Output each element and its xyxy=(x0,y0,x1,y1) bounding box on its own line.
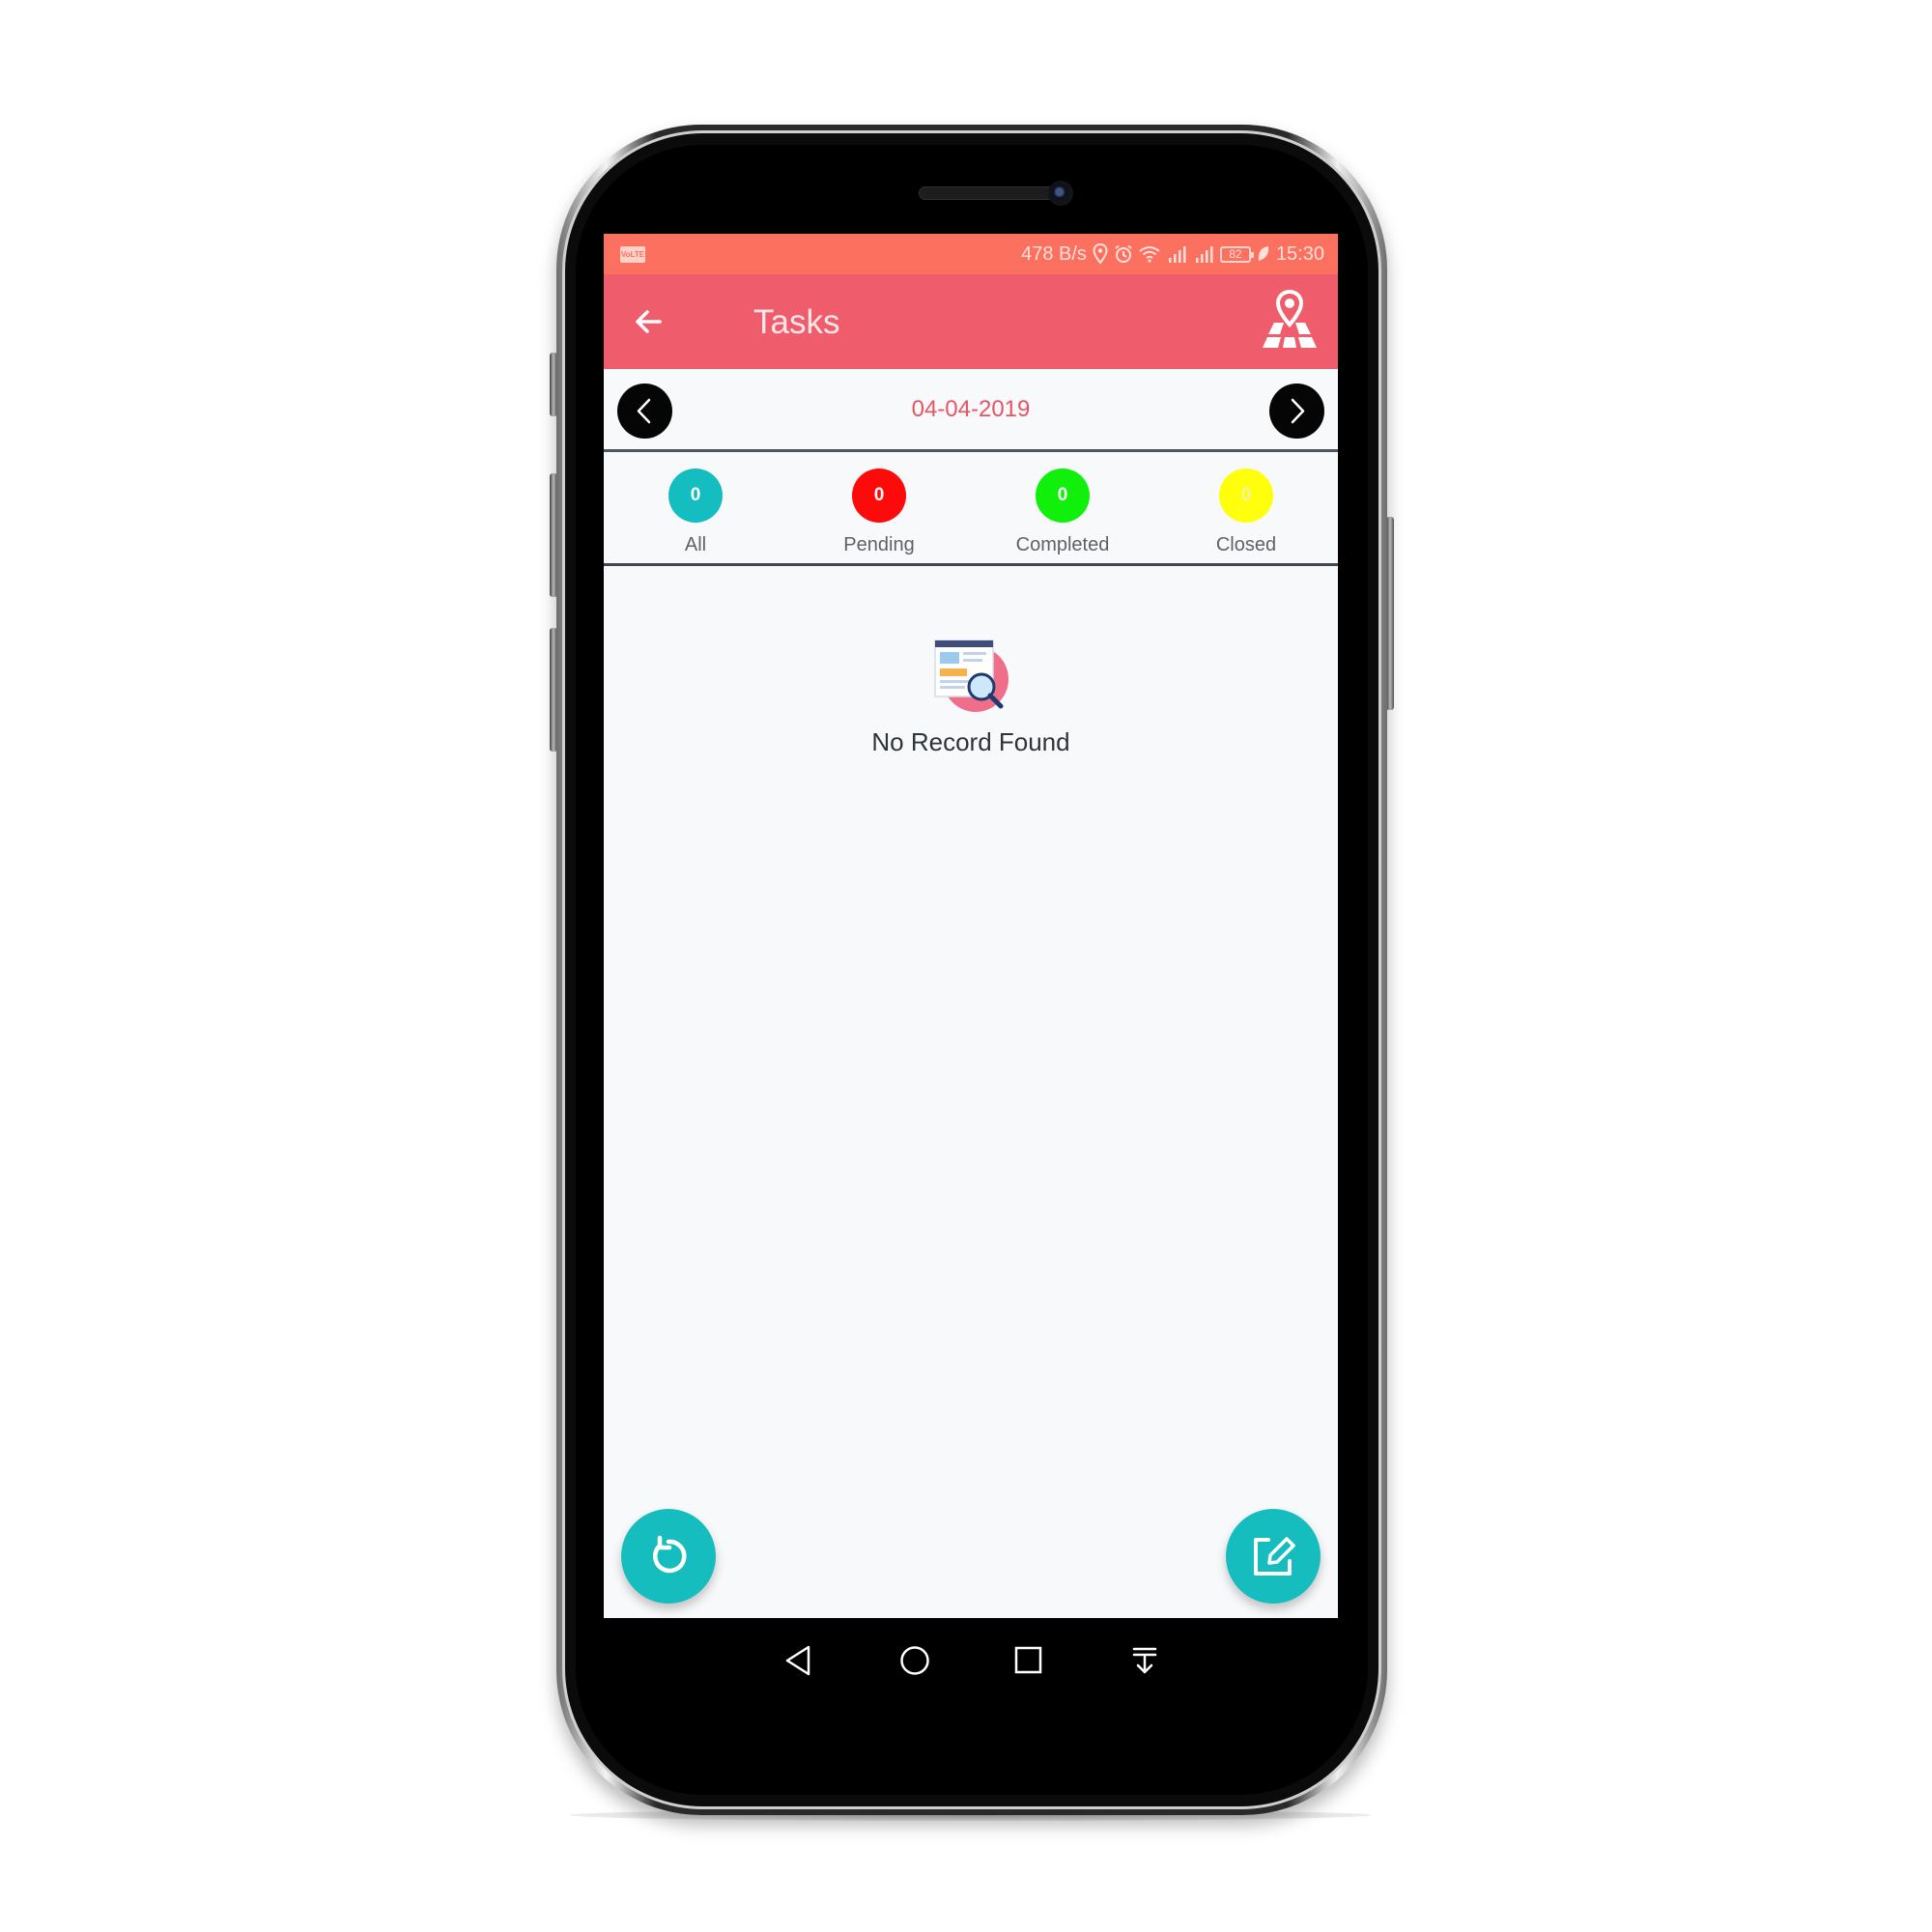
selected-date[interactable]: 04-04-2019 xyxy=(604,396,1338,423)
battery-saver-leaf-icon xyxy=(1258,246,1269,261)
notification-pull-icon xyxy=(1132,1647,1157,1674)
filter-label-pending: Pending xyxy=(843,534,915,555)
wifi-icon xyxy=(1139,246,1160,263)
home-circle-icon xyxy=(900,1646,929,1675)
map-button[interactable] xyxy=(1259,288,1321,352)
clock: 15:30 xyxy=(1275,242,1324,265)
refresh-icon xyxy=(653,1535,687,1574)
next-date-button[interactable] xyxy=(1269,384,1324,439)
location-icon xyxy=(1093,243,1108,265)
refresh-button[interactable] xyxy=(621,1509,716,1604)
system-recents-button[interactable] xyxy=(1008,1639,1050,1682)
arrow-left-icon xyxy=(636,310,662,333)
count-badge-completed: 0 xyxy=(1036,469,1090,523)
battery-indicator: 82 xyxy=(1219,245,1254,263)
no-record-search-icon xyxy=(934,639,1009,712)
system-back-button[interactable] xyxy=(778,1639,820,1682)
task-filter-tabs: 0 All 0 Pending 0 Completed 0 Closed xyxy=(604,455,1338,566)
edit-icon xyxy=(1254,1537,1295,1576)
front-camera xyxy=(1048,181,1073,206)
status-bar: VoLTE 478 B/s 82 15:30 xyxy=(604,234,1338,274)
count-badge-pending: 0 xyxy=(852,469,906,523)
filter-label-all: All xyxy=(684,534,707,555)
empty-state: No Record Found xyxy=(604,635,1338,757)
chevron-right-icon xyxy=(1291,398,1305,424)
volte-badge: VoLTE xyxy=(620,246,645,263)
net-speed: 478 B/s xyxy=(1021,242,1087,265)
phone-button-right xyxy=(1386,517,1394,710)
filter-completed[interactable]: 0 Completed xyxy=(971,469,1154,556)
filter-label-closed: Closed xyxy=(1215,534,1277,555)
filter-label-completed: Completed xyxy=(1015,534,1110,555)
new-task-button[interactable] xyxy=(1226,1509,1321,1604)
app-bar: Tasks xyxy=(604,274,1338,369)
back-button[interactable] xyxy=(627,299,671,344)
page-title: Tasks xyxy=(753,303,840,341)
signal-icon-2 xyxy=(1195,246,1213,263)
earpiece-speaker xyxy=(919,186,1055,200)
alarm-icon xyxy=(1115,244,1132,263)
back-triangle-icon xyxy=(785,1645,810,1676)
count-badge-closed: 0 xyxy=(1219,469,1273,523)
phone-screen: VoLTE 478 B/s 82 15:30 Tasks 04-04-2019 … xyxy=(604,234,1338,1618)
signal-icon-1 xyxy=(1168,246,1186,263)
map-location-icon xyxy=(1263,289,1317,348)
status-icons: 478 B/s 82 15:30 xyxy=(1021,242,1324,267)
filter-closed[interactable]: 0 Closed xyxy=(1154,469,1338,556)
count-badge-all: 0 xyxy=(668,469,723,523)
system-navigation-bar xyxy=(604,1618,1338,1705)
system-notification-button[interactable] xyxy=(1123,1639,1166,1682)
filter-pending[interactable]: 0 Pending xyxy=(787,469,971,556)
system-home-button[interactable] xyxy=(894,1639,936,1682)
filter-all[interactable]: 0 All xyxy=(604,469,787,556)
empty-message: No Record Found xyxy=(871,727,1070,756)
recents-square-icon xyxy=(1014,1646,1042,1674)
date-navigator: 04-04-2019 xyxy=(604,369,1338,452)
